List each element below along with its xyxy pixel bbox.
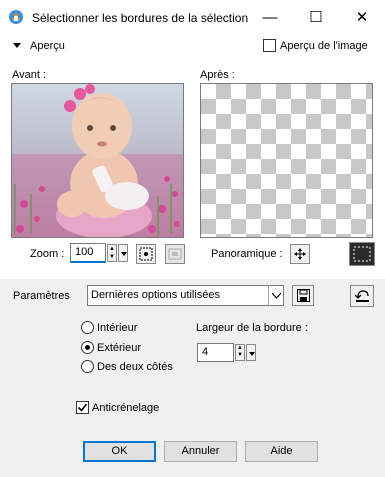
title-bar: Sélectionner les bordures de la sélectio… <box>0 0 385 34</box>
pan-button[interactable] <box>290 244 310 264</box>
before-label: Avant : <box>12 69 47 81</box>
zoom-input[interactable]: 100 <box>70 243 106 263</box>
save-preset-button[interactable] <box>292 285 314 306</box>
move-arrows-icon <box>294 248 306 260</box>
transparency-checkerboard <box>201 84 372 237</box>
collapse-caret-icon[interactable] <box>13 43 21 48</box>
pan-label: Panoramique : <box>211 248 283 260</box>
app-icon <box>9 10 23 24</box>
fit-window-icon <box>139 247 153 261</box>
radio-inside[interactable] <box>81 321 94 334</box>
zoom-spin-arrows-icon[interactable]: ▲ ▼ <box>107 244 117 262</box>
actual-size-icon <box>168 248 182 260</box>
radio-inside-label[interactable]: Intérieur <box>97 322 137 334</box>
preview-photo-image <box>12 84 183 237</box>
zoom-dropdown-button[interactable] <box>118 244 128 262</box>
zoom-fit-button[interactable] <box>136 244 156 264</box>
radio-both[interactable] <box>81 360 94 373</box>
zoom-label: Zoom : <box>30 248 65 260</box>
cancel-button[interactable]: Annuler <box>164 441 237 462</box>
border-width-label: Largeur de la bordure : <box>196 322 308 334</box>
antialias-checkbox[interactable] <box>76 401 89 414</box>
close-icon: ✕ <box>355 9 369 26</box>
preview-header: Aperçu Aperçu de l'image <box>0 34 385 60</box>
after-preview[interactable] <box>200 83 373 238</box>
marquee-selection-icon <box>353 246 371 262</box>
radio-outside-label[interactable]: Extérieur <box>97 342 141 354</box>
minimize-icon: — <box>262 8 278 26</box>
border-width-input[interactable]: 4 <box>197 343 234 362</box>
chevron-down-icon <box>268 286 283 305</box>
parameters-label: Paramètres <box>13 290 70 302</box>
selection-toggle-button[interactable] <box>349 242 375 266</box>
maximize-button[interactable]: ☐ <box>293 0 339 34</box>
maximize-icon: ☐ <box>309 9 323 26</box>
save-disk-icon <box>296 289 310 302</box>
before-preview[interactable] <box>11 83 184 238</box>
radio-outside[interactable] <box>81 341 94 354</box>
reset-button[interactable] <box>350 285 374 307</box>
radio-both-label[interactable]: Des deux côtés <box>97 361 173 373</box>
image-preview-checkbox[interactable] <box>263 39 276 52</box>
preset-value: Dernières options utilisées <box>91 289 221 301</box>
border-width-spin-icon[interactable]: ▲ ▼ <box>235 344 245 361</box>
help-button[interactable]: Aide <box>245 441 318 462</box>
zoom-actual-size-button[interactable] <box>165 244 185 264</box>
parameters-bar: Paramètres Dernières options utilisées <box>0 279 385 313</box>
after-label: Après : <box>200 69 235 81</box>
minimize-button[interactable]: — <box>247 0 293 34</box>
checkmark-icon <box>77 403 88 412</box>
close-button[interactable]: ✕ <box>339 0 385 34</box>
antialias-label[interactable]: Anticrénelage <box>92 402 159 414</box>
reset-icon <box>354 290 369 302</box>
preset-select[interactable]: Dernières options utilisées <box>87 285 284 306</box>
ok-button[interactable]: OK <box>83 441 156 462</box>
preview-section-label[interactable]: Aperçu <box>30 40 65 52</box>
border-width-dropdown[interactable] <box>246 344 256 361</box>
window-title: Sélectionner les bordures de la sélectio… <box>32 11 249 25</box>
image-preview-label: Aperçu de l'image <box>280 40 368 52</box>
